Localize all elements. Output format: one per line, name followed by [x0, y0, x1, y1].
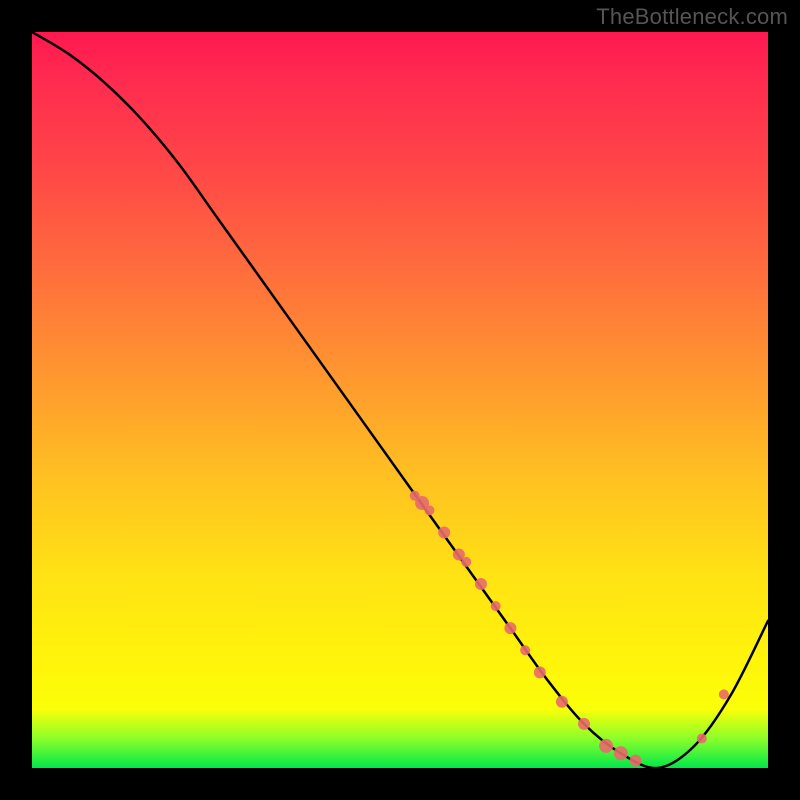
highlight-dot [556, 696, 568, 708]
plot-area [32, 32, 768, 768]
highlight-dot [438, 526, 450, 538]
highlight-dot [719, 689, 729, 699]
highlight-dot [491, 601, 501, 611]
highlight-dot [630, 755, 642, 767]
highlight-dot [520, 645, 530, 655]
curve-svg [32, 32, 768, 768]
highlight-dot [599, 739, 613, 753]
watermark-text: TheBottleneck.com [596, 4, 788, 30]
highlight-dot [461, 557, 471, 567]
highlight-dots [410, 491, 729, 767]
highlight-dot [697, 734, 707, 744]
highlight-dot [475, 578, 487, 590]
bottleneck-curve [32, 32, 768, 768]
highlight-dot [614, 746, 628, 760]
highlight-dot [504, 622, 516, 634]
highlight-dot [578, 718, 590, 730]
highlight-dot [534, 666, 546, 678]
highlight-dot [424, 505, 434, 515]
chart-frame: TheBottleneck.com [0, 0, 800, 800]
